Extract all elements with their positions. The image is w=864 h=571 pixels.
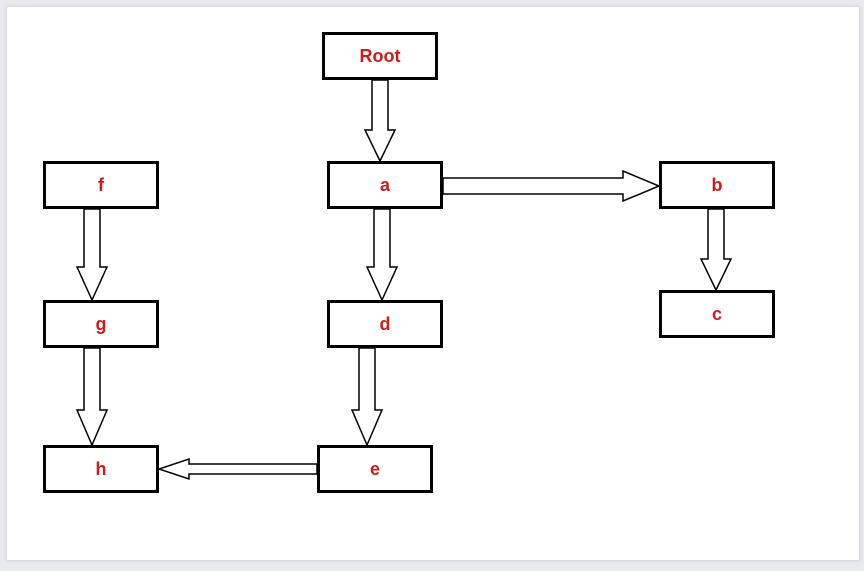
node-g-label: g: [96, 314, 107, 335]
node-c: c: [659, 290, 775, 338]
node-root-label: Root: [360, 46, 401, 67]
diagram-canvas: Root a b c d e f g h: [6, 6, 860, 561]
node-e-label: e: [370, 459, 380, 480]
node-e: e: [317, 445, 433, 493]
arrow-b-to-c: [701, 209, 731, 290]
arrow-e-to-h: [159, 459, 317, 479]
node-b-label: b: [712, 175, 723, 196]
arrow-root-to-a: [365, 80, 395, 161]
node-b: b: [659, 161, 775, 209]
node-root: Root: [322, 32, 438, 80]
node-c-label: c: [712, 304, 722, 325]
arrow-a-to-d: [367, 209, 397, 300]
arrow-a-to-b: [443, 171, 659, 201]
node-g: g: [43, 300, 159, 348]
node-f: f: [43, 161, 159, 209]
node-f-label: f: [98, 175, 104, 196]
arrow-d-to-e: [352, 348, 382, 445]
node-h-label: h: [96, 459, 107, 480]
node-a: a: [327, 161, 443, 209]
node-h: h: [43, 445, 159, 493]
arrow-g-to-h: [77, 348, 107, 445]
node-a-label: a: [380, 175, 390, 196]
arrow-f-to-g: [77, 209, 107, 300]
node-d: d: [327, 300, 443, 348]
node-d-label: d: [380, 314, 391, 335]
